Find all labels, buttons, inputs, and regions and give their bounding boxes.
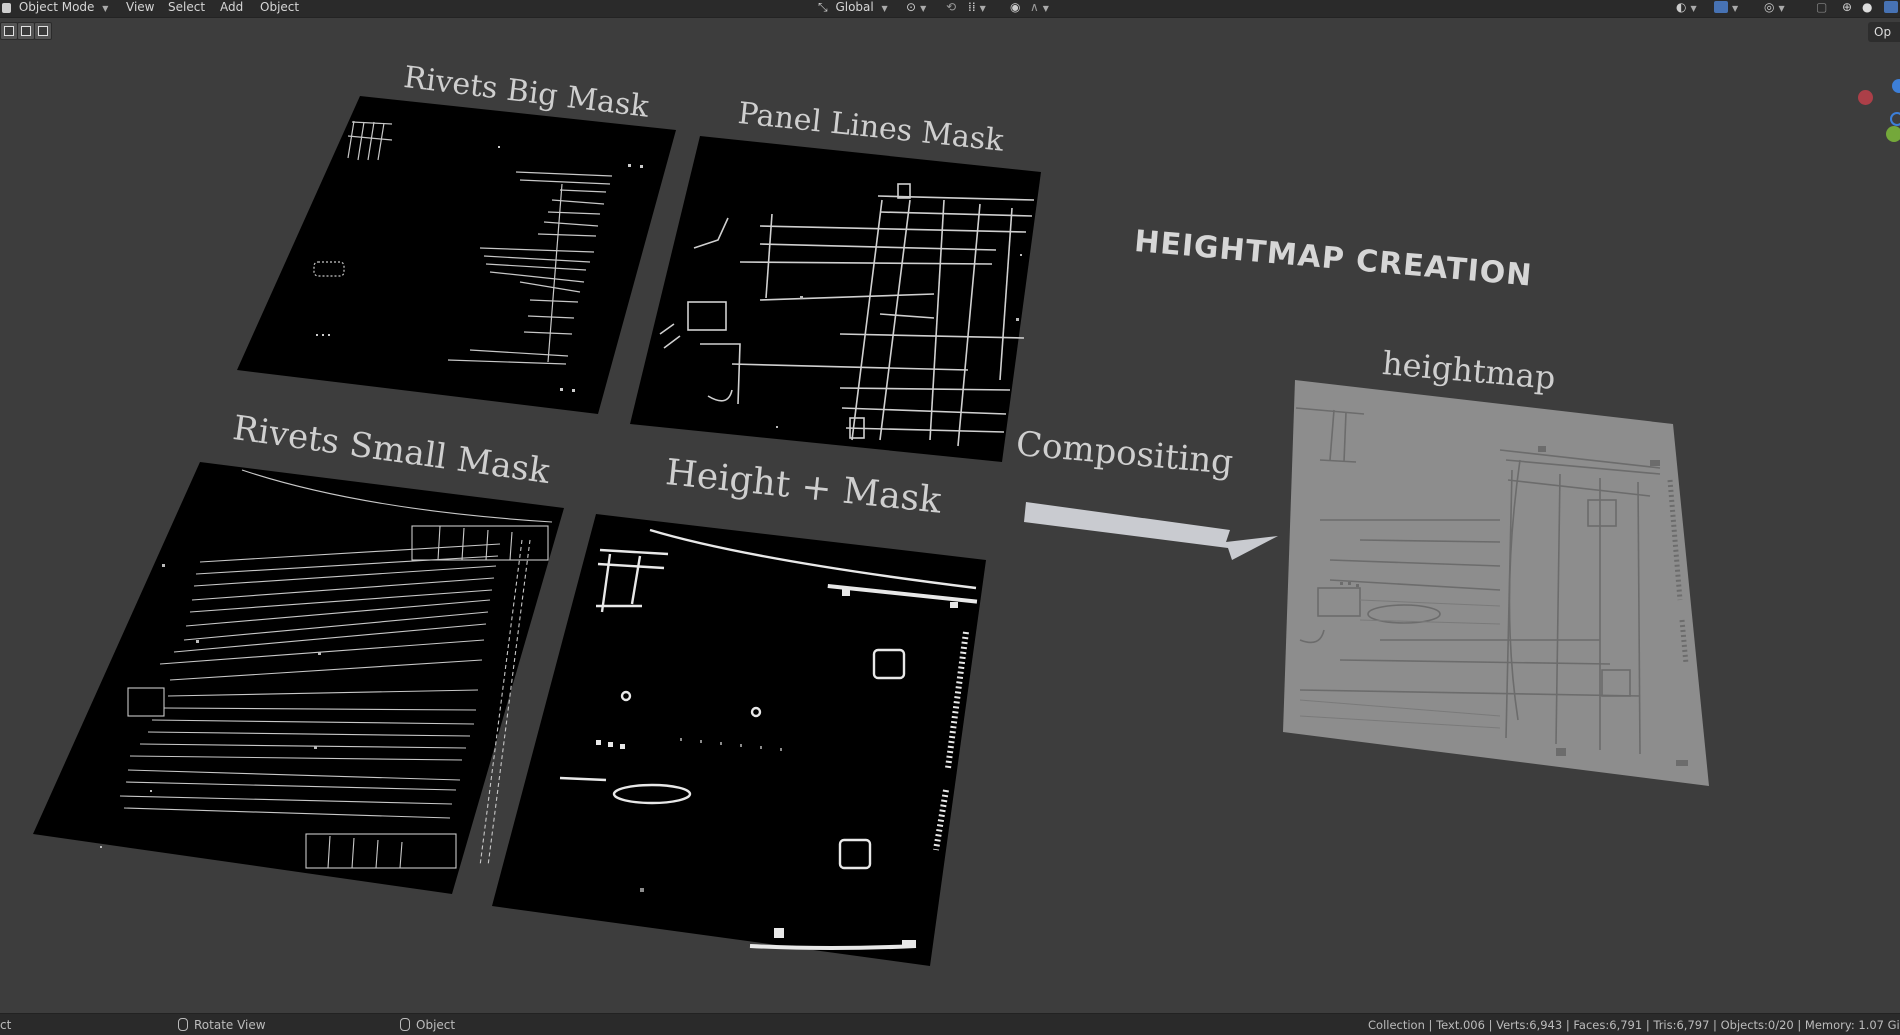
mouse-middle-icon <box>178 1018 188 1031</box>
pivot-point-icon[interactable]: ⊙ ▼ <box>906 0 926 17</box>
visibility-icon[interactable]: ◐ ▼ <box>1676 0 1697 17</box>
overlays-icon[interactable]: ◎ ▼ <box>1764 0 1785 17</box>
menu-view[interactable]: View <box>126 0 154 17</box>
menu-object[interactable]: Object <box>260 0 299 17</box>
status-left-fragment: ct <box>0 1018 12 1032</box>
solid-shading-icon[interactable]: ● <box>1862 0 1872 17</box>
scene-statistics: Collection | Text.006 | Verts:6,943 | Fa… <box>1368 1018 1900 1032</box>
proportional-edit-icon[interactable]: ◉ <box>1010 0 1020 17</box>
gizmo-toggle-icon[interactable]: ▼ <box>1714 0 1738 17</box>
status-object: Object <box>400 1018 455 1032</box>
snap-target-icon[interactable]: ⁞⁞ ▼ <box>968 0 986 17</box>
header-bar: Object Mode ▼ View Select Add Object ⤡ G… <box>0 0 1900 18</box>
3d-viewport[interactable]: Rivets Big Mask Panel Lines Mask Rivets … <box>0 18 1900 1013</box>
mouse-right-icon <box>400 1018 410 1031</box>
mode-selector[interactable]: Object Mode ▼ <box>2 0 108 17</box>
transform-orientation-icon: ⤡ <box>818 0 828 14</box>
wireframe-shading-icon[interactable]: ⊕ <box>1842 0 1852 17</box>
menu-select[interactable]: Select <box>168 0 205 17</box>
status-bar: ct Rotate View Object Collection | Text.… <box>0 1013 1900 1035</box>
status-rotate-label: Rotate View <box>194 1018 266 1032</box>
orientation-label: Global <box>835 0 874 14</box>
material-shading-icon[interactable] <box>1884 0 1898 17</box>
falloff-icon[interactable]: ∧ ▼ <box>1030 0 1049 17</box>
menu-add[interactable]: Add <box>220 0 243 17</box>
xray-icon[interactable]: ▢ <box>1816 0 1827 17</box>
object-mode-icon <box>2 3 11 13</box>
heightmap-plane <box>1283 380 1709 786</box>
chevron-down-icon: ▼ <box>102 4 109 13</box>
status-object-label: Object <box>416 1018 456 1032</box>
snap-icon[interactable]: ⟲ <box>946 0 956 17</box>
orientation-selector[interactable]: ⤡ Global ▼ <box>818 0 888 17</box>
mode-label: Object Mode <box>18 0 95 14</box>
status-rotate-view: Rotate View <box>178 1018 266 1032</box>
chevron-down-icon: ▼ <box>881 4 888 13</box>
